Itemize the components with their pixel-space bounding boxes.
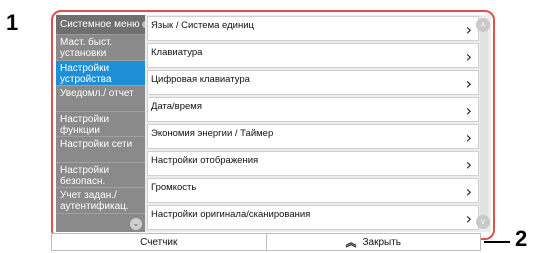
chevron-right-icon: › — [465, 47, 472, 66]
sidebar-item-network-settings[interactable]: Настройки сети — [56, 137, 145, 163]
sidebar-item-notification-report[interactable]: Уведомл./ отчет — [56, 86, 145, 112]
chevron-right-icon: › — [465, 101, 472, 120]
list-item-label: Дата/время — [151, 101, 202, 112]
sidebar-item-label: Маст. быст. установки — [60, 37, 113, 59]
sidebar: Системное меню Маст. быст. установки Нас… — [56, 15, 145, 232]
list-item-label: Настройки отображения — [151, 155, 259, 166]
list-item-label: Цифровая клавиатура — [151, 74, 250, 85]
double-chevron-up-icon: ︽ — [345, 237, 357, 249]
list-item-numeric-keypad[interactable]: Цифровая клавиатура › — [147, 70, 479, 95]
list-item-label: Клавиатура — [151, 47, 203, 58]
system-menu-panel: Системное меню Маст. быст. установки Нас… — [56, 15, 491, 232]
sidebar-item-security-settings[interactable]: Настройки безопасн. — [56, 163, 145, 188]
list-item-energy-saver[interactable]: Экономия энергии / Таймер › — [147, 124, 479, 149]
list-item-label: Экономия энергии / Таймер — [151, 128, 274, 139]
close-button[interactable]: ︽ Закрыть — [265, 234, 481, 250]
list-item-volume[interactable]: Громкость › — [147, 178, 479, 203]
sidebar-item-function-settings[interactable]: Настройки функции — [56, 112, 145, 137]
sidebar-item-label: Настройки безопасн. — [60, 164, 110, 187]
close-button-label: Закрыть — [362, 236, 401, 248]
chevron-right-icon: › — [465, 182, 472, 201]
chevron-right-icon: › — [465, 209, 472, 228]
sidebar-item-label: Уведомл./ отчет — [60, 88, 134, 99]
counter-button[interactable]: Счетчик — [52, 234, 266, 250]
menu-dot-icon — [141, 20, 145, 28]
chevron-right-icon: › — [465, 74, 472, 93]
list-item-language[interactable]: Язык / Система единиц › — [147, 16, 479, 41]
sidebar-item-device-settings[interactable]: Настройки устройства — [56, 60, 145, 86]
sidebar-item-label: Учет задан./ аутентификац. — [60, 190, 129, 212]
bottom-bar: Счетчик ︽ Закрыть — [51, 233, 481, 251]
sidebar-item-label: Настройки устройства — [60, 62, 112, 85]
callout-number-1: 1 — [6, 10, 19, 35]
list-item-date-time[interactable]: Дата/время › — [147, 97, 479, 122]
sidebar-item-quick-setup[interactable]: Маст. быст. установки — [56, 35, 145, 61]
scroll-up-icon[interactable]: ˄ — [476, 18, 490, 32]
callout-leader-line — [484, 241, 510, 243]
sidebar-scroll-down-icon[interactable]: ⌄ — [130, 218, 142, 230]
settings-list: Язык / Система единиц › Клавиатура › Циф… — [147, 16, 479, 232]
scroll-down-icon[interactable]: ˅ — [476, 215, 490, 229]
list-item-original-scanning[interactable]: Настройки оригинала/сканирования › — [147, 205, 479, 230]
list-item-display-settings[interactable]: Настройки отображения › — [147, 151, 479, 176]
sidebar-header[interactable]: Системное меню — [56, 15, 145, 35]
list-scrollbar[interactable] — [480, 18, 488, 226]
chevron-right-icon: › — [465, 20, 472, 39]
list-item-label: Язык / Система единиц — [151, 20, 254, 31]
list-item-label: Настройки оригинала/сканирования — [151, 209, 311, 220]
sidebar-item-label: Настройки сети — [60, 139, 133, 150]
sidebar-item-label: Настройки функции — [60, 113, 110, 136]
chevron-right-icon: › — [465, 155, 472, 174]
list-item-label: Громкость — [151, 182, 197, 193]
sidebar-item-job-accounting[interactable]: Учет задан./ аутентификац. — [56, 188, 145, 214]
sidebar-header-label: Системное меню — [60, 19, 140, 30]
chevron-right-icon: › — [465, 128, 472, 147]
callout-number-2: 2 — [515, 226, 528, 251]
counter-button-label: Счетчик — [140, 236, 178, 248]
list-item-keyboard[interactable]: Клавиатура › — [147, 43, 479, 68]
